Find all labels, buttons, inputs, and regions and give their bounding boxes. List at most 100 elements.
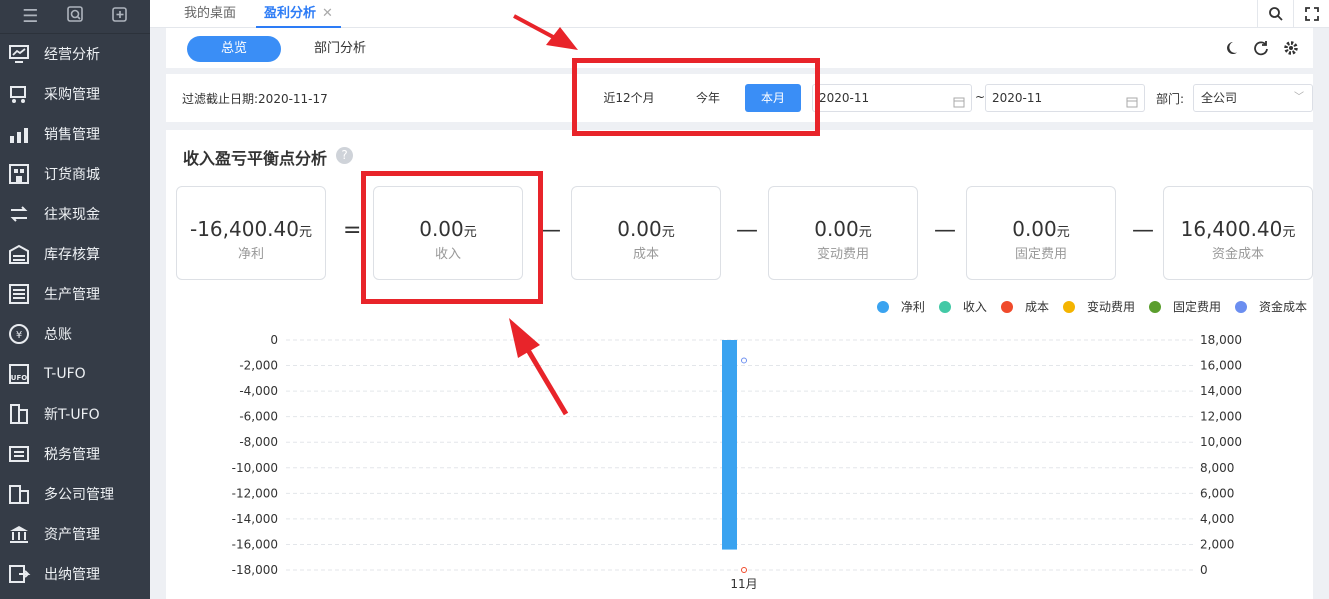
sidebar-item-label: 资产管理 [44,527,100,543]
card-fixed-expense: 0.00元 固定费用 [966,186,1116,280]
range-separator: ~ [975,90,986,104]
chart-legend: 净利 收入 成本 变动费用 固定费用 资金成本 [876,298,1307,315]
y-tick-label-left: -6,000 [239,410,278,424]
sidebar-item[interactable]: 新T-UFO [0,394,150,434]
sidebar-item-label: 订货商城 [44,167,100,183]
card-value: -16,400.40元 [189,217,313,241]
card-name: 固定费用 [1014,247,1067,262]
sidebar-item-label: 生产管理 [44,287,100,303]
tab-my-desktop[interactable]: 我的桌面 [184,0,236,28]
analytics-icon [6,42,32,66]
sidebar-item[interactable]: 库存核算 [0,234,150,274]
y-tick-label-right: 6,000 [1200,486,1234,500]
sidebar-item[interactable]: UFO T-UFO [0,354,150,394]
sidebar-item[interactable]: 采购管理 [0,74,150,114]
sidebar-item-label: 总账 [44,327,72,343]
sidebar-item-label: 新T-UFO [44,407,100,423]
minus-operator: — [736,218,758,243]
sidebar-item-label: 税务管理 [44,447,100,463]
end-month-input[interactable]: 2020-11 [985,84,1145,112]
tab-label: 我的桌面 [184,6,237,21]
y-tick-label-left: -12,000 [232,486,278,500]
sidebar-item-label: 经营分析 [44,47,100,63]
sidebar-item[interactable]: 经营分析 [0,34,150,74]
menu-icon[interactable]: ☰ [18,6,42,27]
building-icon [6,402,32,426]
y-tick-label-left: -2,000 [239,359,278,373]
legend-label: 成本 [1024,300,1049,314]
svg-text:¥: ¥ [16,330,22,341]
sidebar-item[interactable]: 订货商城 [0,154,150,194]
filter-cutoff-date: 过滤截止日期:2020-11-17 [182,92,328,106]
search-doc-icon[interactable] [63,5,87,28]
y-tick-label-left: -10,000 [232,461,278,475]
legend-label: 资金成本 [1258,300,1307,314]
y-tick-label-right: 14,000 [1200,384,1242,398]
sidebar-item-label: T-UFO [44,366,86,382]
sidebar-item[interactable]: 往来现金 [0,194,150,234]
legend-item[interactable]: 资金成本 [1234,298,1307,315]
search-icon[interactable] [1257,0,1293,28]
ufo-icon: UFO [6,362,32,386]
y-tick-label-right: 18,000 [1200,333,1242,347]
sidebar-item[interactable]: 出纳管理 [0,554,150,594]
tab-profit-analysis[interactable]: 盈利分析 ✕ [256,0,341,28]
chevron-down-icon: ﹀ [1294,92,1304,103]
card-name: 资金成本 [1211,247,1264,262]
breakeven-panel: 0 -2,000 -4,000 -6,000 -8,000 -10,000 -12,000 -… [166,130,1313,599]
card-name: 变动费用 [816,247,869,262]
sidebar-item[interactable]: 生产管理 [0,274,150,314]
tab-overview[interactable]: 总览 [187,36,281,62]
fullscreen-icon[interactable] [1293,0,1329,28]
department-select[interactable]: 全公司 ﹀ [1193,84,1313,112]
bar-net-profit [722,340,737,550]
cart-icon [6,82,32,106]
annotation-box-period [572,58,820,136]
department-value: 全公司 [1201,91,1238,105]
annotation-box-revenue [361,171,543,304]
legend-item[interactable]: 固定费用 [1148,298,1221,315]
svg-text:UFO: UFO [11,374,27,382]
refresh-icon[interactable] [1253,40,1269,60]
card-value: 0.00元 [814,217,872,241]
card-net-profit: -16,400.40元 净利 [176,186,326,280]
dark-mode-icon[interactable] [1223,40,1239,60]
sidebar-item[interactable]: 税务管理 [0,434,150,474]
sidebar-item-label: 往来现金 [44,207,100,223]
y-tick-label-left: -4,000 [239,384,278,398]
top-right-tools [1257,0,1329,28]
close-icon[interactable]: ✕ [322,6,333,21]
tab-department-analysis[interactable]: 部门分析 [310,36,370,62]
legend-label: 净利 [900,300,925,314]
start-month-input[interactable]: 2020-11 [812,84,972,112]
sidebar-item[interactable]: ¥ 总账 [0,314,150,354]
card-name: 成本 [632,247,659,262]
settings-icon[interactable] [1283,40,1299,60]
sidebar-item[interactable]: 销售管理 [0,114,150,154]
section-title: 收入盈亏平衡点分析 [183,149,328,168]
bank-icon [6,522,32,546]
sidebar-menu: 经营分析采购管理销售管理订货商城往来现金库存核算生产管理 ¥ 总账 UFO T-UFO 新… [0,34,150,594]
point-cost [741,567,747,573]
sidebar-item-label: 库存核算 [44,247,100,263]
legend-dot [876,300,889,313]
help-icon[interactable]: ? [336,147,353,164]
sidebar-item[interactable]: 资产管理 [0,514,150,554]
y-tick-label-left: 0 [270,333,278,347]
department-label: 部门: [1156,92,1185,106]
y-tick-label-left: -14,000 [232,512,278,526]
legend-item[interactable]: 净利 [876,298,925,315]
legend-item[interactable]: 成本 [1000,298,1049,315]
legend-label: 收入 [962,300,987,314]
legend-dot [1234,300,1247,313]
legend-item[interactable]: 收入 [938,298,987,315]
add-page-icon[interactable] [108,5,132,28]
sidebar-item-label: 销售管理 [44,127,100,143]
sidebar-item-label: 采购管理 [44,87,100,103]
y-tick-label-right: 10,000 [1200,435,1242,449]
card-value: 16,400.40元 [1180,217,1296,241]
legend-item[interactable]: 变动费用 [1062,298,1135,315]
legend-label: 变动费用 [1086,300,1135,314]
y-tick-label-right: 8,000 [1200,461,1234,475]
sidebar-item[interactable]: 多公司管理 [0,474,150,514]
